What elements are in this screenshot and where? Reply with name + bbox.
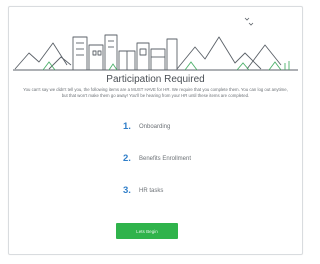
participation-dialog: Participation Required You can't say we …	[8, 6, 303, 255]
task-label: Benefits Enrollment	[139, 155, 192, 162]
task-number: 3.	[123, 185, 131, 196]
task-item-benefits-enrollment[interactable]: 2. Benefits Enrollment	[123, 153, 191, 164]
task-label: HR tasks	[139, 187, 164, 194]
task-label: Onboarding	[139, 123, 171, 130]
task-number: 1.	[123, 121, 131, 132]
city-skyline-illustration	[13, 17, 298, 71]
task-number: 2.	[123, 153, 131, 164]
lets-begin-button[interactable]: Lets Begin	[116, 223, 178, 239]
task-item-hr-tasks[interactable]: 3. HR tasks	[123, 185, 163, 196]
dialog-description: You can't say we didn't tell you, the fo…	[23, 87, 288, 99]
task-item-onboarding[interactable]: 1. Onboarding	[123, 121, 170, 132]
dialog-title: Participation Required	[106, 74, 205, 85]
